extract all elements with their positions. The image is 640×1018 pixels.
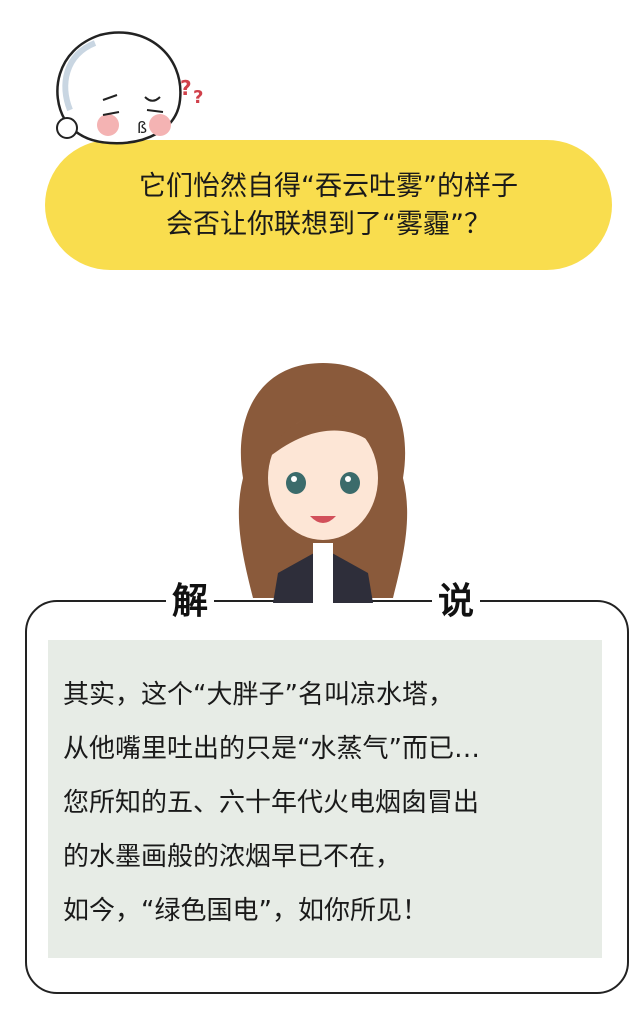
explanation-line: 从他嘴里吐出的只是“水蒸气”而已… xyxy=(63,734,480,764)
explanation-line: 的水墨画般的浓烟早已不在， xyxy=(63,842,402,872)
explanation-line: 您所知的五、六十年代火电烟囱冒出 xyxy=(63,788,480,818)
title-char-shuo: 说 xyxy=(432,572,481,624)
explanation-text: 其实，这个“大胖子”名叫凉水塔， 从他嘴里吐出的只是“水蒸气”而已… 您所知的五… xyxy=(63,668,480,938)
explanation-line: 其实，这个“大胖子”名叫凉水塔， xyxy=(63,680,454,710)
svg-text:?: ? xyxy=(193,87,203,108)
confused-baby-head-icon: ß ? ? xyxy=(56,31,203,145)
girl-narrator-illustration xyxy=(238,363,408,603)
question-line: 会否让你联想到了“雾霾”？ xyxy=(166,209,491,240)
explanation-line: 如今，“绿色国电”，如你所见！ xyxy=(63,896,428,926)
question-text: 它们怡然自得“吞云吐雾”的样子 会否让你联想到了“雾霾”？ xyxy=(45,168,612,244)
question-line: 它们怡然自得“吞云吐雾”的样子 xyxy=(139,171,518,202)
svg-text:?: ? xyxy=(180,76,192,100)
title-char-jie: 解 xyxy=(166,572,215,624)
svg-text:ß: ß xyxy=(137,118,147,137)
